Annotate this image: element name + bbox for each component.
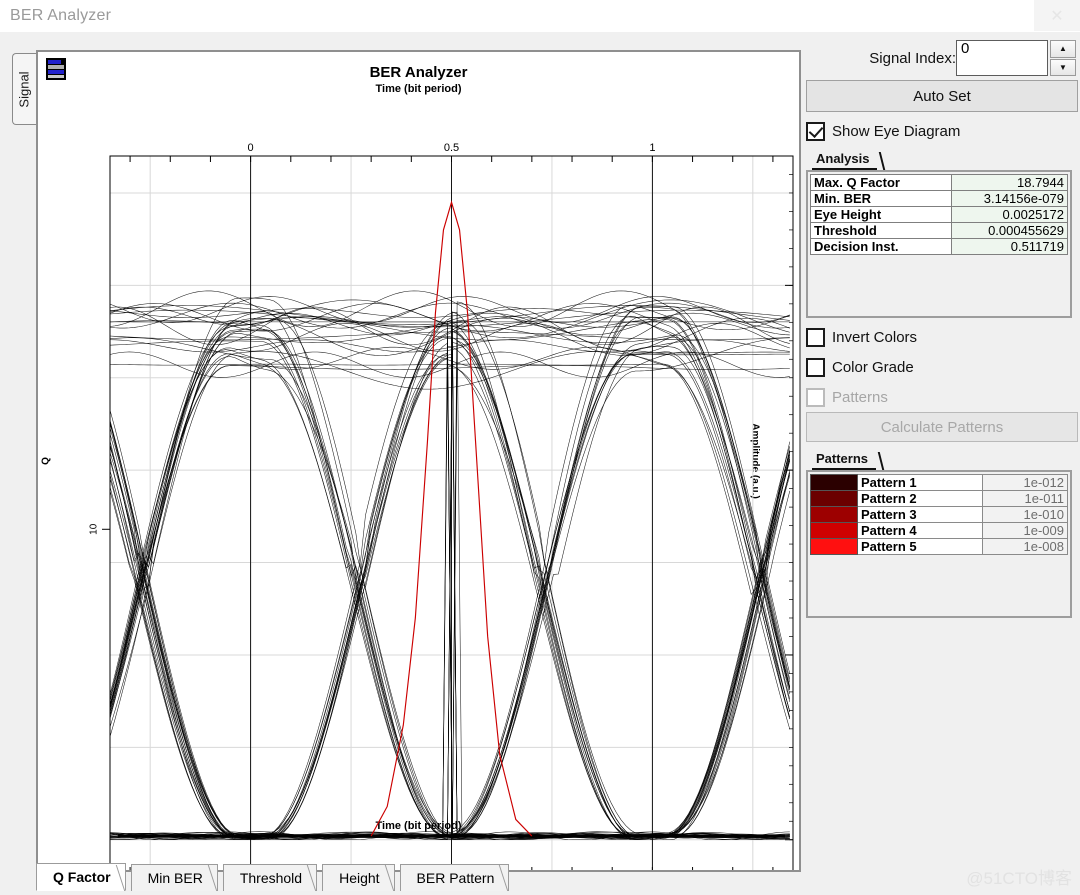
calculate-patterns-button: Calculate Patterns: [806, 412, 1078, 442]
window-title: BER Analyzer: [10, 7, 112, 24]
analysis-key: Decision Inst.: [810, 238, 952, 255]
patterns-table: Pattern 1 1e-012 Pattern 2 1e-011 Pattern 31…: [810, 474, 1068, 555]
tab-patterns[interactable]: Patterns: [812, 451, 877, 470]
chevron-up-icon[interactable]: ▲: [1050, 40, 1076, 58]
sidebar-tab-signal-label: Signal: [17, 70, 33, 108]
analysis-key: Max. Q Factor: [810, 174, 952, 191]
table-row[interactable]: Max. Q Factor 18.7944: [810, 174, 1069, 191]
signal-index-stepper[interactable]: 0 ▲ ▼: [956, 40, 1076, 76]
window-titlebar: BER Analyzer ✕: [0, 0, 1080, 33]
pattern-name: Pattern 4: [856, 522, 984, 539]
pattern-value: 1e-008: [982, 538, 1068, 555]
show-eye-diagram-checkbox[interactable]: Show Eye Diagram: [806, 120, 1078, 142]
checkbox-box[interactable]: [806, 327, 825, 347]
table-row[interactable]: Pattern 4 1e-009: [810, 522, 1068, 539]
pattern-color-swatch: [810, 474, 858, 491]
signal-index-input[interactable]: 0: [956, 40, 1048, 76]
checkbox-box[interactable]: [806, 357, 825, 377]
tab-analysis[interactable]: Analysis: [812, 151, 878, 170]
svg-text:1: 1: [649, 142, 655, 154]
pattern-color-swatch: [810, 490, 858, 507]
pattern-value: 1e-010: [982, 506, 1068, 523]
chart-axes: 000.50.51101 m2 m3 m10: [89, 142, 793, 870]
pattern-name: Pattern 3: [856, 506, 984, 523]
tab-ber-pattern[interactable]: BER Pattern: [399, 864, 510, 891]
analysis-value: 0.000455629: [950, 222, 1069, 239]
patterns-checkbox-label: Patterns: [832, 388, 888, 406]
analysis-tab-row[interactable]: Analysis: [806, 148, 1078, 170]
bottom-tab-strip[interactable]: Q Factor Min BER Threshold Height BER Patter…: [36, 861, 801, 891]
svg-text:10: 10: [89, 523, 100, 535]
watermark: @51CTO博客: [966, 869, 1072, 888]
checkbox-box: [806, 387, 825, 407]
table-row[interactable]: Min. BER 3.14156e-079: [810, 190, 1069, 207]
table-row[interactable]: Eye Height 0.0025172: [810, 206, 1069, 223]
svg-text:0: 0: [248, 142, 254, 154]
pattern-color-swatch: [810, 506, 858, 523]
invert-colors-checkbox[interactable]: Invert Colors: [806, 326, 1078, 348]
table-row[interactable]: Threshold 0.000455629: [810, 222, 1069, 239]
table-row[interactable]: Pattern 3 1e-010: [810, 506, 1068, 523]
show-eye-diagram-label: Show Eye Diagram: [832, 122, 961, 140]
close-icon[interactable]: ✕: [1034, 0, 1080, 31]
pattern-value: 1e-012: [982, 474, 1068, 491]
analysis-value: 0.511719: [950, 238, 1069, 255]
analysis-key: Min. BER: [810, 190, 952, 207]
eye-traces: [109, 290, 791, 841]
analysis-value: 0.0025172: [950, 206, 1069, 223]
workspace: Signal BER Analyzer Time (bit period) Ti…: [0, 32, 1080, 895]
pattern-color-swatch: [810, 538, 858, 555]
analysis-key: Eye Height: [810, 206, 952, 223]
tab-divider: [879, 152, 898, 170]
pattern-color-swatch: [810, 522, 858, 539]
tab-min-ber[interactable]: Min BER: [130, 864, 218, 891]
pattern-name: Pattern 1: [856, 474, 984, 491]
auto-set-button[interactable]: Auto Set: [806, 80, 1078, 112]
table-row[interactable]: Decision Inst. 0.511719: [810, 238, 1069, 255]
tab-q-factor[interactable]: Q Factor: [36, 863, 126, 891]
pattern-value: 1e-011: [982, 490, 1068, 507]
eye-diagram-plot: 000.50.51101 m2 m3 m10: [89, 142, 794, 870]
analysis-table: Max. Q Factor 18.7944 Min. BER 3.14156e-079…: [810, 174, 1069, 255]
pattern-name: Pattern 2: [856, 490, 984, 507]
tab-divider: [877, 452, 897, 470]
svg-text:0.5: 0.5: [444, 142, 459, 154]
eye-diagram-panel[interactable]: BER Analyzer Time (bit period) Time (bit…: [36, 50, 801, 872]
tab-threshold[interactable]: Threshold: [222, 864, 318, 891]
table-row[interactable]: Pattern 1 1e-012: [810, 474, 1068, 491]
table-row[interactable]: Pattern 2 1e-011: [810, 490, 1068, 507]
pattern-name: Pattern 5: [856, 538, 984, 555]
checkbox-box[interactable]: [806, 121, 825, 141]
invert-colors-label: Invert Colors: [832, 328, 918, 346]
control-panel: Signal Index: 0 ▲ ▼ Auto Set Show Eye Di…: [806, 38, 1078, 658]
signal-index-row: Signal Index: 0 ▲ ▼: [806, 38, 1078, 78]
pattern-value: 1e-009: [982, 522, 1068, 539]
patterns-table-container[interactable]: Pattern 1 1e-012 Pattern 2 1e-011 Pattern 31…: [806, 470, 1072, 618]
tab-height[interactable]: Height: [322, 864, 395, 891]
patterns-tab-row[interactable]: Patterns: [806, 448, 1078, 470]
analysis-value: 3.14156e-079: [950, 190, 1069, 207]
analysis-value: 18.7944: [950, 174, 1069, 191]
analysis-key: Threshold: [810, 222, 952, 239]
chevron-down-icon[interactable]: ▼: [1050, 58, 1076, 76]
color-grade-checkbox[interactable]: Color Grade: [806, 356, 1078, 378]
sidebar-tab-signal[interactable]: Signal: [12, 53, 36, 125]
analysis-table-container[interactable]: Max. Q Factor 18.7944 Min. BER 3.14156e-079…: [806, 170, 1072, 318]
signal-index-label: Signal Index:: [869, 49, 956, 67]
color-grade-label: Color Grade: [832, 358, 914, 376]
patterns-checkbox: Patterns: [806, 386, 1078, 408]
table-row[interactable]: Pattern 5 1e-008: [810, 538, 1068, 555]
